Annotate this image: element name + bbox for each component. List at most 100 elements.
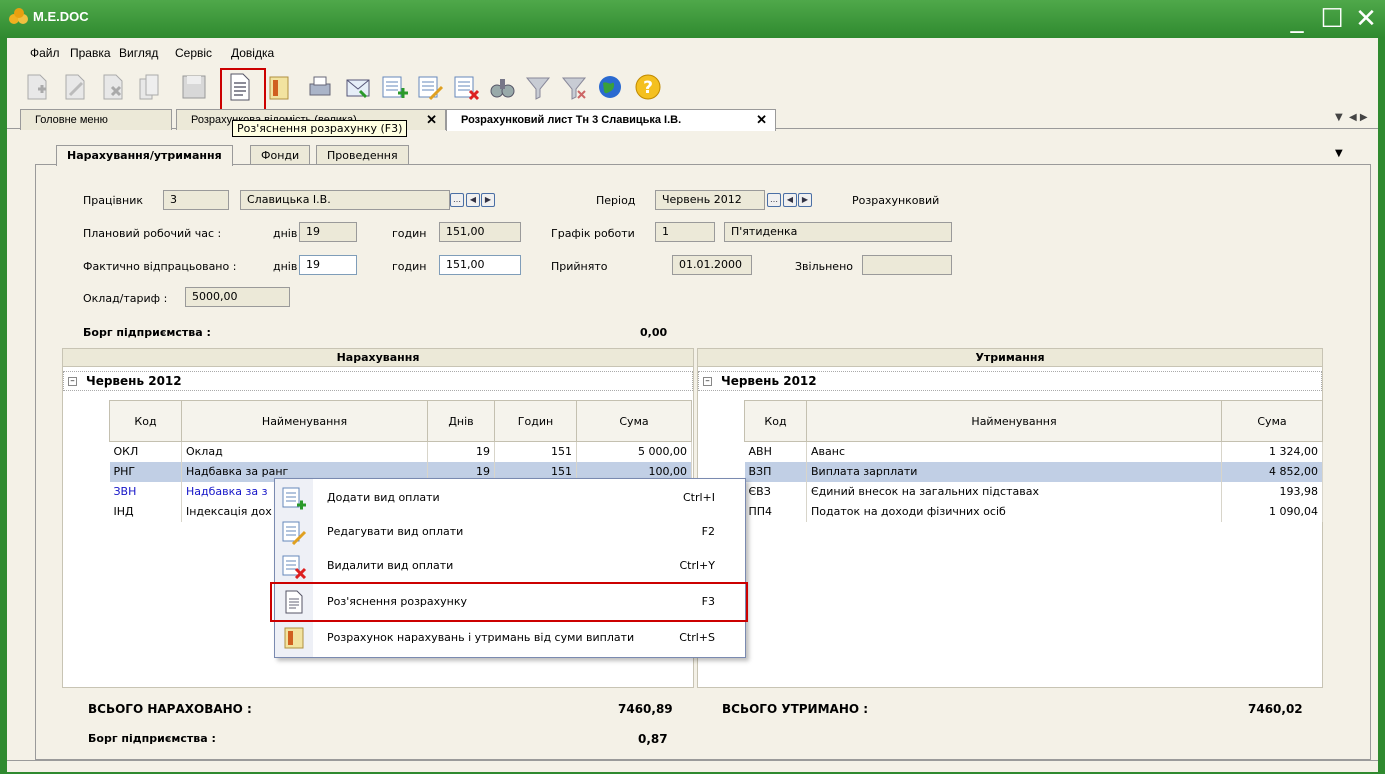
close-icon[interactable]: ✕ [426, 110, 437, 130]
column-header[interactable]: Сума [1221, 400, 1323, 442]
menu-item-label: Розрахунок нарахувань і утримань від сум… [327, 631, 635, 644]
column-header[interactable]: Годин [494, 400, 577, 442]
filter-icon[interactable] [522, 71, 554, 103]
column-header[interactable]: Найменування [181, 400, 428, 442]
save-icon[interactable] [178, 71, 210, 103]
worked-days-field[interactable]: 19 [299, 255, 357, 275]
employee-id-field[interactable]: 3 [163, 190, 229, 210]
help-icon[interactable]: ? [632, 71, 664, 103]
app-title: M.E.DOC [33, 9, 89, 24]
edit-doc-icon[interactable] [58, 71, 90, 103]
add-row-icon[interactable] [378, 71, 410, 103]
tab-label: Розрахунковий лист Тн 3 Славицька І.В. [461, 114, 682, 126]
code-cell: ІНД [109, 501, 182, 522]
clear-filter-icon[interactable] [558, 71, 590, 103]
employee-name-field[interactable]: Славицька І.В. [240, 190, 450, 210]
add-doc-icon[interactable] [20, 71, 52, 103]
copy-doc-icon[interactable] [134, 71, 166, 103]
menu-file[interactable]: Файл [30, 42, 60, 64]
menu-help[interactable]: Довідка [231, 42, 274, 64]
toolbar-highlight [220, 68, 266, 111]
column-header[interactable]: Найменування [806, 400, 1222, 442]
sum-cell: 193,98 [1221, 481, 1323, 502]
delete-row-icon[interactable] [450, 71, 482, 103]
delete-doc-icon[interactable] [96, 71, 128, 103]
tab-funds[interactable]: Фонди [250, 145, 311, 165]
sum-cell: 4 852,00 [1221, 461, 1323, 482]
planned-hours-field: 151,00 [439, 222, 521, 242]
collapse-icon[interactable]: – [703, 377, 712, 386]
column-header[interactable]: Код [744, 400, 807, 442]
next-icon[interactable]: ▶ [481, 193, 495, 207]
group-label: Червень 2012 [86, 374, 182, 388]
accruals-group[interactable]: – Червень 2012 [63, 371, 693, 391]
code-cell: АВН [744, 441, 807, 462]
menu-edit[interactable]: Правка [70, 42, 111, 64]
code-cell: ВЗП [744, 461, 807, 482]
report-icon[interactable] [263, 71, 295, 103]
table-row[interactable]: ПП4 Податок на доходи фізичних осіб 1 09… [744, 501, 1323, 522]
column-header[interactable]: Код [109, 400, 182, 442]
menu-item-shortcut: Ctrl+I [682, 491, 715, 504]
menu-item-delete-payment[interactable]: Видалити вид оплати Ctrl+Y [275, 549, 745, 583]
menu-item-add-payment[interactable]: Додати вид оплати Ctrl+I [275, 481, 745, 515]
hours-label: годин [392, 227, 427, 240]
debt-label: Борг підприємства : [83, 326, 211, 339]
menu-item-shortcut: F2 [701, 525, 715, 538]
tab-payslip[interactable]: Розрахунковий лист Тн 3 Славицька І.В. ✕ [446, 109, 776, 131]
code-cell: ОКЛ [109, 441, 182, 462]
menu-item-label: Додати вид оплати [327, 491, 440, 504]
menu-service[interactable]: Сервіс [175, 42, 212, 64]
add-row-icon [281, 485, 307, 511]
worked-label: Фактично відпрацьовано : [83, 260, 237, 273]
code-cell: ЄВЗ [744, 481, 807, 502]
prev-icon[interactable]: ◀ [466, 193, 480, 207]
menu-highlight [270, 582, 748, 622]
next-icon[interactable]: ▶ [798, 193, 812, 207]
tab-accruals[interactable]: Нарахування/утримання [56, 145, 233, 166]
menu-view[interactable]: Вигляд [119, 42, 158, 64]
binoculars-icon[interactable] [486, 71, 518, 103]
days-label: днів [273, 260, 298, 273]
lookup-icon[interactable]: … [450, 193, 464, 207]
code-cell: РНГ [109, 461, 182, 482]
tab-main-menu[interactable]: Головне меню [20, 109, 172, 130]
medoc-logo-icon [8, 7, 30, 27]
table-row[interactable]: ВЗП Виплата зарплати 4 852,00 [744, 461, 1323, 482]
column-header[interactable]: Днів [427, 400, 495, 442]
lookup-icon[interactable]: … [767, 193, 781, 207]
tooltip: Роз'яснення розрахунку (F3) [232, 120, 408, 137]
calc-icon [281, 625, 307, 651]
globe-icon[interactable] [594, 71, 626, 103]
worked-hours-field[interactable]: 151,00 [439, 255, 521, 275]
deductions-group[interactable]: – Червень 2012 [698, 371, 1322, 391]
hired-label: Прийнято [551, 260, 608, 273]
column-header[interactable]: Сума [576, 400, 692, 442]
menu-item-calc-from-payment[interactable]: Розрахунок нарахувань і утримань від сум… [275, 621, 745, 655]
mail-icon[interactable] [342, 71, 374, 103]
tab-scroll-icons[interactable]: ▼ ◀ ▶ [1335, 112, 1368, 123]
hours-cell: 151 [494, 441, 577, 462]
deductions-header: Утримання [697, 348, 1323, 367]
fired-label: Звільнено [795, 260, 853, 273]
tab-postings[interactable]: Проведення [316, 145, 409, 165]
total-accrued-value: 7460,89 [618, 702, 673, 716]
prev-icon[interactable]: ◀ [783, 193, 797, 207]
table-row[interactable]: ЄВЗ Єдиний внесок на загальних підставах… [744, 481, 1323, 502]
close-icon[interactable]: ✕ [756, 110, 767, 130]
debt-end-label: Борг підприємства : [88, 732, 216, 745]
table-row[interactable]: ОКЛ Оклад 19 151 5 000,00 [109, 441, 692, 462]
menu-item-shortcut: Ctrl+Y [679, 559, 715, 572]
schedule-id-field[interactable]: 1 [655, 222, 715, 242]
edit-row-icon[interactable] [414, 71, 446, 103]
minimize-button[interactable]: _ [1280, 4, 1314, 34]
close-window-button[interactable]: ✕ [1349, 4, 1383, 34]
period-field[interactable]: Червень 2012 [655, 190, 765, 210]
collapse-icon[interactable]: – [68, 377, 77, 386]
chevron-down-icon[interactable]: ▼ [1335, 148, 1343, 159]
print-icon[interactable] [304, 71, 336, 103]
table-row[interactable]: АВН Аванс 1 324,00 [744, 441, 1323, 462]
days-label: днів [273, 227, 298, 240]
maximize-button[interactable]: ☐ [1315, 4, 1349, 34]
menu-item-edit-payment[interactable]: Редагувати вид оплати F2 [275, 515, 745, 549]
